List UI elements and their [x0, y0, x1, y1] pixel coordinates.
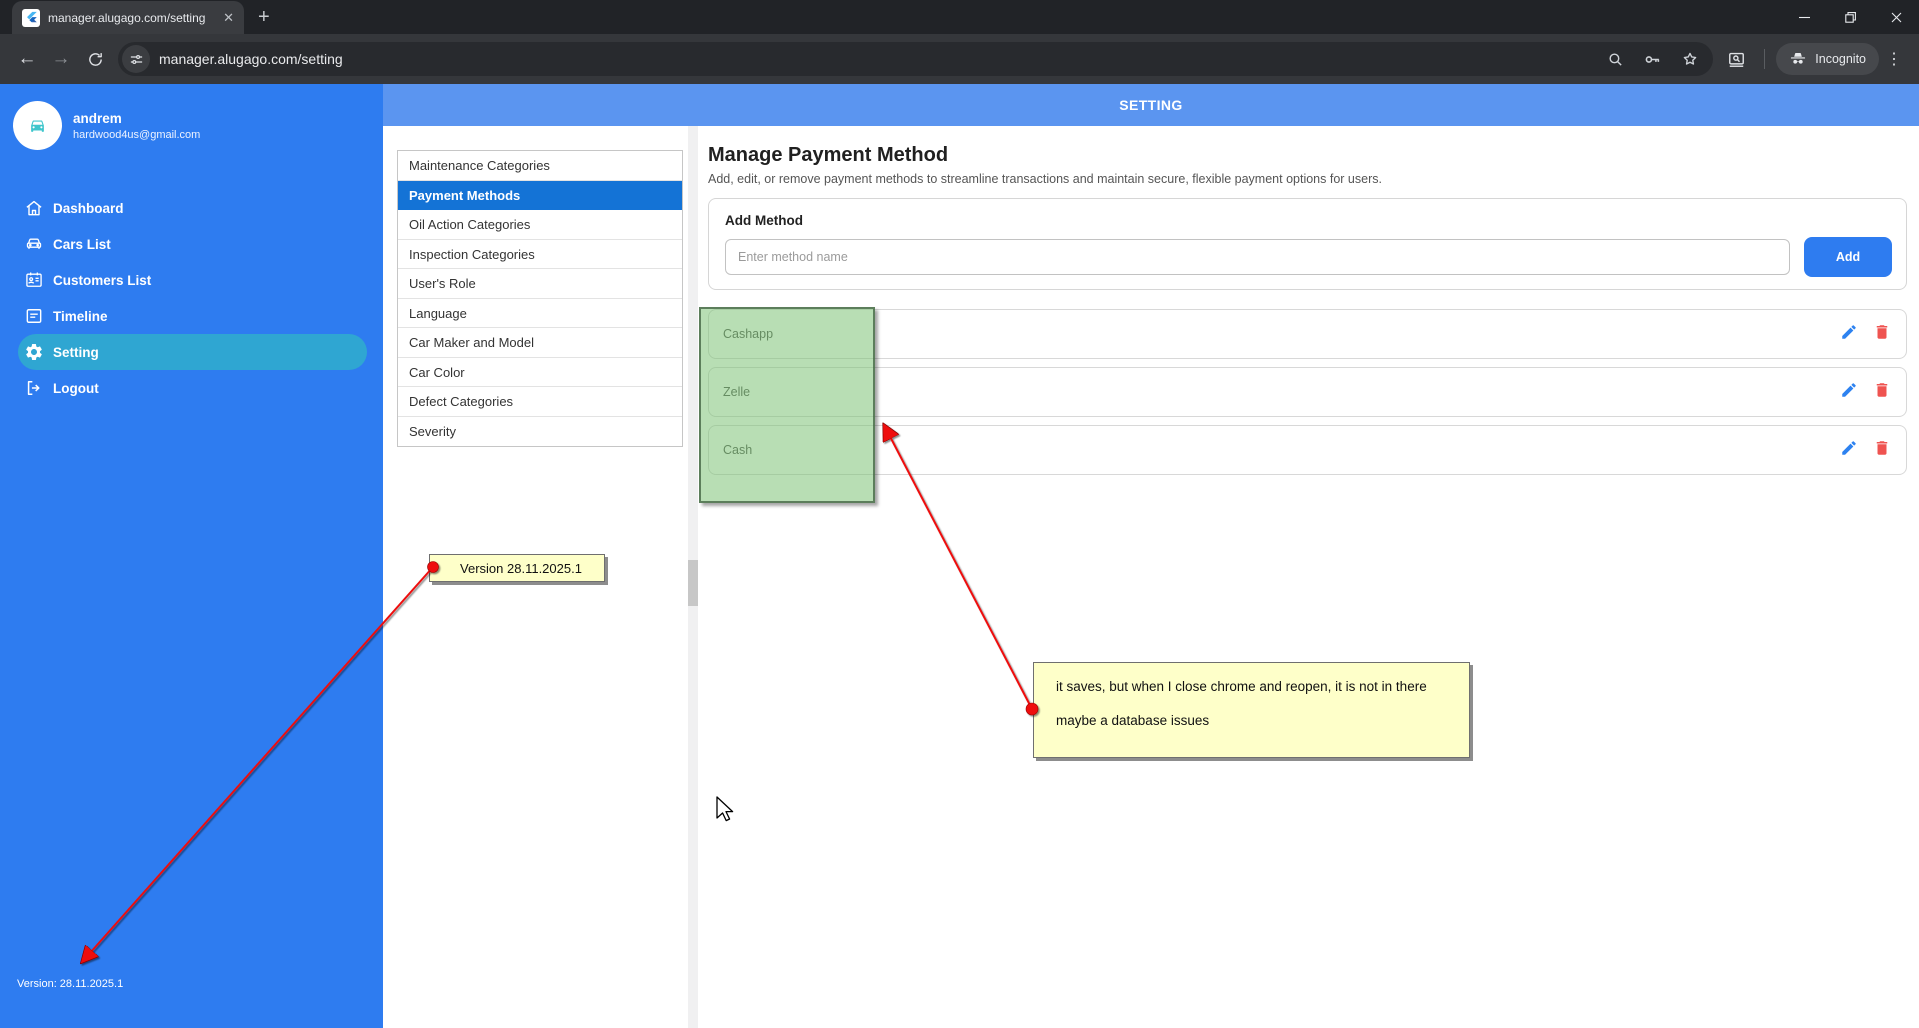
contacts-icon — [24, 270, 44, 290]
settings-menu-item-car-maker-and-model[interactable]: Car Maker and Model — [398, 328, 682, 358]
content-area: SETTING Maintenance CategoriesPayment Me… — [383, 84, 1919, 1028]
add-method-label: Add Method — [725, 213, 1892, 228]
page-title: SETTING — [1119, 97, 1182, 113]
delete-icon[interactable] — [1873, 439, 1891, 462]
restore-icon[interactable] — [1827, 0, 1873, 34]
sidebar-item-dashboard[interactable]: Dashboard — [0, 190, 383, 226]
logout-icon — [24, 378, 44, 398]
toolbar-separator — [1764, 49, 1765, 69]
avatar — [13, 101, 62, 150]
settings-menu-item-inspection-categories[interactable]: Inspection Categories — [398, 240, 682, 270]
settings-menu-item-payment-methods[interactable]: Payment Methods — [398, 181, 682, 211]
back-icon[interactable]: ← — [10, 42, 44, 76]
incognito-badge: Incognito — [1776, 43, 1879, 75]
scrollbar[interactable] — [688, 126, 698, 1028]
tab-title: manager.alugago.com/setting — [48, 11, 213, 25]
edit-icon[interactable] — [1840, 381, 1858, 404]
search-tabs-icon[interactable] — [1719, 42, 1753, 76]
user-email: hardwood4us@gmail.com — [73, 129, 200, 141]
annotation-note-issue: it saves, but when I close chrome and re… — [1033, 662, 1470, 758]
settings-menu-item-oil-action-categories[interactable]: Oil Action Categories — [398, 210, 682, 240]
sidebar-item-label: Dashboard — [53, 201, 124, 216]
url-bar[interactable]: manager.alugago.com/setting — [118, 42, 1713, 76]
settings-menu-item-car-color[interactable]: Car Color — [398, 358, 682, 388]
sidebar-item-cars-list[interactable]: Cars List — [0, 226, 383, 262]
annotation-highlight-box — [699, 307, 875, 503]
app-page: andrem hardwood4us@gmail.com Dashboard Ca… — [0, 84, 1919, 1028]
sidebar-version-label: Version: 28.11.2025.1 — [17, 978, 123, 990]
gear-icon — [24, 342, 44, 362]
car-icon — [24, 234, 44, 254]
screen: manager.alugago.com/setting ✕ + ← → mana… — [0, 0, 1919, 1028]
annotation-note-version: Version 28.11.2025.1 — [429, 554, 605, 582]
settings-menu-item-language[interactable]: Language — [398, 299, 682, 329]
sidebar-nav: Dashboard Cars List Customers List Timeline… — [0, 190, 383, 406]
user-profile: andrem hardwood4us@gmail.com — [0, 84, 383, 150]
main-panel: Manage Payment Method Add, edit, or remo… — [698, 126, 1919, 1028]
settings-menu-item-maintenance-categories[interactable]: Maintenance Categories — [398, 151, 682, 181]
payment-method-row: Cashapp — [708, 309, 1907, 359]
payment-methods-list: Cashapp Zelle Cash — [708, 309, 1907, 475]
sidebar-item-setting[interactable]: Setting — [18, 334, 367, 370]
edit-icon[interactable] — [1840, 439, 1858, 462]
zoom-icon[interactable] — [1607, 51, 1624, 68]
bookmark-star-icon[interactable] — [1681, 50, 1699, 68]
delete-icon[interactable] — [1873, 323, 1891, 346]
reload-icon[interactable] — [78, 42, 112, 76]
annotation-note-version-text: Version 28.11.2025.1 — [460, 561, 582, 576]
incognito-label: Incognito — [1815, 52, 1866, 66]
sidebar-item-label: Timeline — [53, 309, 108, 324]
site-settings-icon[interactable] — [122, 45, 150, 73]
section-subtitle: Add, edit, or remove payment methods to … — [708, 172, 1907, 186]
section-title: Manage Payment Method — [708, 144, 1907, 167]
close-window-icon[interactable] — [1873, 0, 1919, 34]
settings-menu-item-defect-categories[interactable]: Defect Categories — [398, 387, 682, 417]
browser-tab[interactable]: manager.alugago.com/setting ✕ — [12, 1, 244, 34]
page-header: SETTING — [383, 84, 1919, 126]
sidebar-item-logout[interactable]: Logout — [0, 370, 383, 406]
car-avatar-icon — [29, 117, 46, 134]
browser-menu-icon[interactable]: ⋮ — [1879, 49, 1909, 69]
password-key-icon[interactable] — [1643, 50, 1662, 69]
minimize-icon[interactable] — [1781, 0, 1827, 34]
tab-close-icon[interactable]: ✕ — [221, 9, 236, 26]
sidebar: andrem hardwood4us@gmail.com Dashboard Ca… — [0, 84, 383, 1028]
settings-menu-item-user-s-role[interactable]: User's Role — [398, 269, 682, 299]
add-method-card: Add Method Add — [708, 198, 1907, 290]
delete-icon[interactable] — [1873, 381, 1891, 404]
new-tab-icon[interactable]: + — [258, 7, 270, 27]
incognito-icon — [1789, 50, 1807, 68]
sidebar-item-label: Logout — [53, 381, 99, 396]
home-icon — [24, 198, 44, 218]
sidebar-item-label: Cars List — [53, 237, 111, 252]
sidebar-item-customers-list[interactable]: Customers List — [0, 262, 383, 298]
flutter-favicon-icon — [22, 9, 40, 27]
sidebar-item-label: Setting — [53, 345, 99, 360]
payment-method-row: Cash — [708, 425, 1907, 475]
payment-method-row: Zelle — [708, 367, 1907, 417]
url-text[interactable]: manager.alugago.com/setting — [159, 51, 343, 67]
sidebar-item-timeline[interactable]: Timeline — [0, 298, 383, 334]
browser-tab-bar: manager.alugago.com/setting ✕ + — [0, 0, 1919, 34]
annotation-note-issue-line1: it saves, but when I close chrome and re… — [1056, 670, 1459, 704]
sidebar-item-label: Customers List — [53, 273, 151, 288]
settings-menu: Maintenance CategoriesPayment MethodsOil… — [397, 150, 683, 447]
timeline-icon — [24, 306, 44, 326]
scrollbar-thumb[interactable] — [688, 560, 698, 606]
browser-toolbar: ← → manager.alugago.com/setting Incognit… — [0, 34, 1919, 84]
method-name-input[interactable] — [725, 239, 1790, 275]
settings-menu-item-severity[interactable]: Severity — [398, 417, 682, 447]
edit-icon[interactable] — [1840, 323, 1858, 346]
forward-icon[interactable]: → — [44, 42, 78, 76]
add-button[interactable]: Add — [1804, 237, 1892, 277]
annotation-note-issue-line2: maybe a database issues — [1056, 704, 1459, 738]
user-name: andrem — [73, 111, 200, 126]
